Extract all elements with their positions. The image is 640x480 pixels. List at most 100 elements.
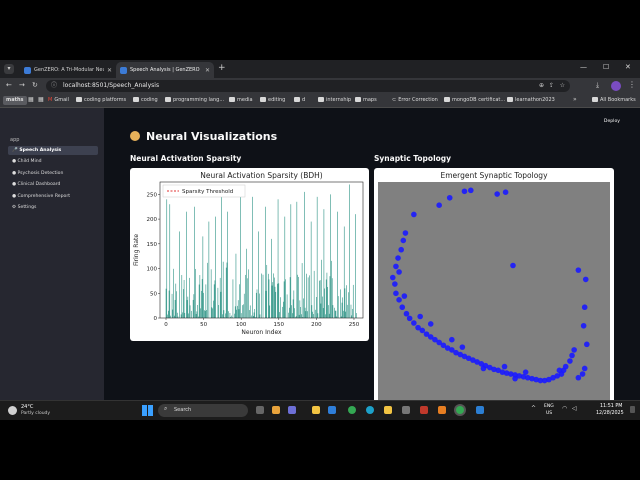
app-icon[interactable] <box>402 406 410 414</box>
sidebar-item-speech-analysis[interactable]: 🎤 Speech Analysis <box>8 146 98 155</box>
app-icon[interactable] <box>438 406 446 414</box>
bar <box>335 310 337 318</box>
edge-icon[interactable] <box>366 406 374 414</box>
apps-grid-icon[interactable]: ▦ <box>28 96 34 103</box>
minimize-window-icon[interactable]: — <box>580 63 587 71</box>
bar <box>219 277 221 318</box>
widgets-icon[interactable] <box>272 406 280 414</box>
bar <box>282 306 283 318</box>
bookmark-d[interactable]: d <box>294 96 305 105</box>
bar <box>213 300 214 318</box>
lang-top[interactable]: ENG <box>544 404 554 409</box>
bar <box>204 310 206 318</box>
bookmark-error-correction[interactable]: ⊂ Error Correction <box>392 96 438 105</box>
more-bookmarks-icon[interactable]: » <box>573 96 577 103</box>
sidebar-item-psychosis-detection[interactable]: ● Psychosis Detection <box>8 169 98 178</box>
sidebar-item-comprehensive-report[interactable]: ● Comprehensive Report <box>8 192 98 201</box>
bookmark-mongodb[interactable]: mongoDB certificat... <box>444 96 505 105</box>
browser-tab-genzero[interactable]: GenZERO: A Tri-Modular Neuro ✕ <box>20 62 116 78</box>
folder-icon <box>318 97 324 102</box>
bookmark-learnathon[interactable]: learnathon2023 <box>507 96 555 105</box>
bar <box>243 304 244 318</box>
bookmark-internship[interactable]: internship <box>318 96 351 105</box>
back-arrow-icon[interactable]: ← <box>6 81 12 89</box>
bookmark-editing[interactable]: editing <box>260 96 285 105</box>
windows-taskbar: 24°C Partly cloudy ⌕ Search ^ ENG US ◠ ◁… <box>0 400 640 420</box>
bar <box>317 313 319 318</box>
bar <box>193 294 195 318</box>
site-info-icon[interactable]: ⓘ <box>51 80 57 92</box>
bookmark-coding[interactable]: coding <box>133 96 158 105</box>
deploy-button[interactable]: Deploy <box>604 119 620 124</box>
bar <box>204 310 205 318</box>
bookmark-maps[interactable]: maps <box>355 96 377 105</box>
app-icon[interactable] <box>420 406 428 414</box>
apps-grid-icon[interactable]: ▦ <box>38 96 44 103</box>
chart-title: Neural Activation Sparsity (BDH) <box>200 171 322 180</box>
bar <box>343 310 344 318</box>
bookmark-gmail[interactable]: M Gmail <box>48 96 69 105</box>
bookmark-coding-platforms[interactable]: coding platforms <box>76 96 126 105</box>
start-windows-icon[interactable] <box>142 405 153 416</box>
clock-time[interactable]: 11:51 PM <box>600 404 622 409</box>
file-explorer-icon[interactable] <box>312 406 320 414</box>
close-tab-icon[interactable]: ✕ <box>205 67 210 74</box>
bar <box>352 308 353 318</box>
sidebar-item-clinical-dashboard[interactable]: ● Clinical Dashboard <box>8 180 98 189</box>
teams-icon[interactable] <box>288 406 296 414</box>
menu-kebab-icon[interactable]: ⋮ <box>628 80 636 89</box>
bar <box>290 204 292 318</box>
zoom-icon[interactable]: ⊕ <box>539 80 544 92</box>
bar <box>252 315 254 318</box>
wifi-icon[interactable]: ◠ <box>562 405 567 412</box>
mail-icon[interactable] <box>328 406 336 414</box>
chrome-icon[interactable] <box>348 406 356 414</box>
bookmark-media[interactable]: media <box>229 96 253 105</box>
bar <box>301 314 302 318</box>
tab-label: Speech Analysis | GenZERO <box>130 67 200 73</box>
bar <box>201 279 203 318</box>
maximize-window-icon[interactable]: ☐ <box>603 63 609 71</box>
bar <box>227 211 228 318</box>
downloads-icon[interactable]: ⤓ <box>596 81 599 90</box>
taskbar-search-box[interactable]: ⌕ Search <box>158 404 248 417</box>
bookmark-all-bookmarks[interactable]: All Bookmarks <box>592 96 636 105</box>
close-window-icon[interactable]: ✕ <box>625 63 631 71</box>
weather-icon[interactable] <box>8 406 17 415</box>
sidebar-item-child-mind[interactable]: ● Child Mind <box>8 157 98 166</box>
lang-bottom[interactable]: US <box>546 411 552 416</box>
clock-date[interactable]: 12/28/2025 <box>596 411 624 416</box>
scatter-point <box>449 336 455 343</box>
bar <box>334 310 336 318</box>
tray-chevron-icon[interactable]: ^ <box>531 405 536 412</box>
close-tab-icon[interactable]: ✕ <box>107 67 112 74</box>
sidebar-item-label: Child Mind <box>17 159 42 164</box>
task-view-icon[interactable] <box>256 406 264 414</box>
tab-search-icon[interactable]: ▾ <box>4 64 14 74</box>
folder-app-icon[interactable] <box>384 406 392 414</box>
bar <box>355 214 356 318</box>
browser-tab-speech-analysis[interactable]: Speech Analysis | GenZERO ✕ <box>116 62 214 78</box>
volume-icon[interactable]: ◁ <box>572 405 577 412</box>
bookmark-maths[interactable]: maths <box>3 96 27 105</box>
reload-icon[interactable]: ↻ <box>32 81 38 89</box>
chrome-active-icon[interactable] <box>456 406 464 414</box>
sidebar-item-settings[interactable]: ⚙ Settings <box>8 203 98 212</box>
y-tick-label: 0 <box>154 316 158 322</box>
bar <box>305 311 307 318</box>
profile-avatar[interactable] <box>611 81 621 91</box>
new-tab-icon[interactable]: + <box>218 63 226 73</box>
page-title-text: Neural Visualizations <box>146 130 278 143</box>
share-icon[interactable]: ⇪ <box>549 80 554 92</box>
bookmark-label: internship <box>326 97 352 103</box>
bookmark-label: learnathon2023 <box>515 97 555 103</box>
notification-icon[interactable] <box>630 406 635 413</box>
vscode-icon[interactable] <box>476 406 484 414</box>
bar <box>174 299 176 318</box>
bar <box>197 304 198 318</box>
bookmark-star-icon[interactable]: ☆ <box>560 80 565 92</box>
bookmark-programming-lang[interactable]: programming lang... <box>165 96 224 105</box>
bar <box>222 261 224 318</box>
address-bar[interactable]: ⓘ localhost:8501/Speech_Analysis ⊕ ⇪ ☆ <box>46 80 570 92</box>
forward-arrow-icon[interactable]: → <box>19 81 25 89</box>
